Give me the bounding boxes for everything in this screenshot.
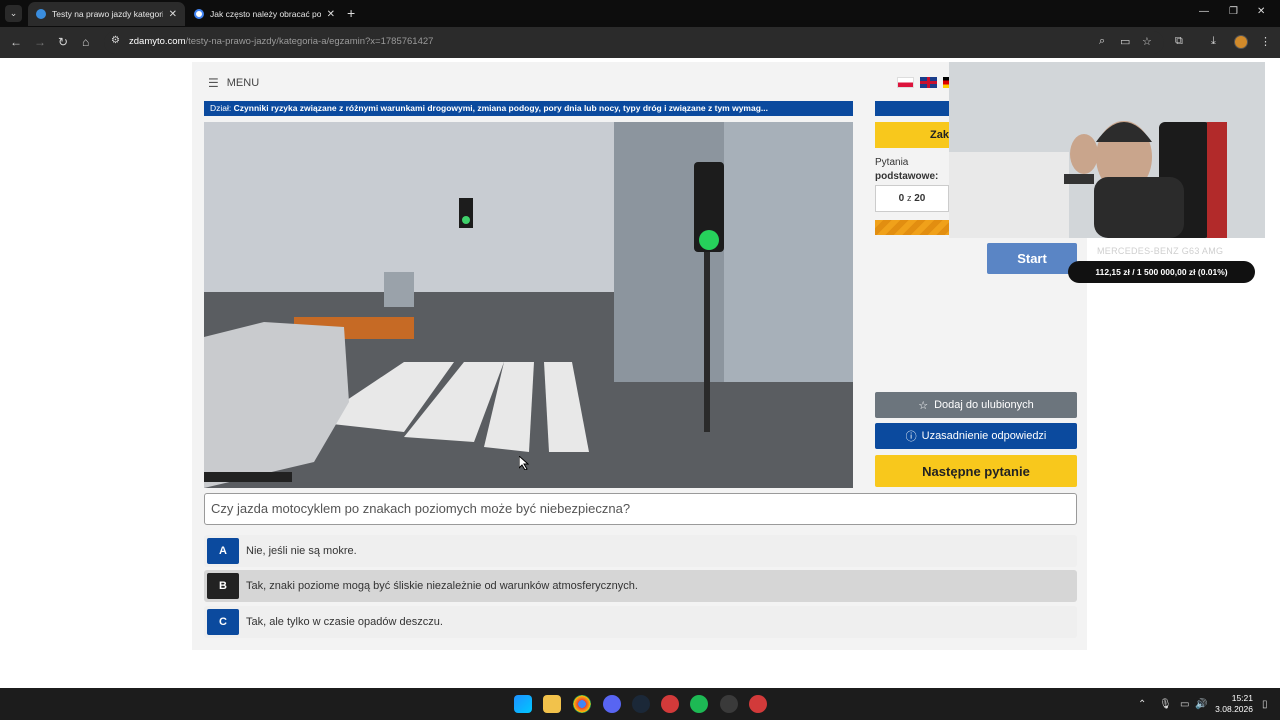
steam-icon[interactable] [632, 695, 650, 713]
close-window-icon[interactable]: ✕ [1257, 6, 1265, 17]
site-menu[interactable]: ☰ MENU [208, 76, 259, 90]
address-bar: ← → ↻ ⌂ ⚙ zdamyto.com/testy-na-prawo-jaz… [0, 27, 1280, 58]
restore-icon[interactable]: ❐ [1229, 6, 1238, 17]
taskbar: ⌃ 🎙 ▭ 🔊 ▯ [0, 688, 1280, 720]
question-counter: 0 z 20 [875, 185, 949, 212]
answer-option-a[interactable]: A Nie, jeśli nie są mokre. [204, 535, 1077, 567]
question-video[interactable] [204, 122, 853, 488]
donation-goal: 112,15 zł / 1 500 000,00 zł (0.01%) [1068, 261, 1255, 283]
windows-start-icon[interactable] [514, 695, 532, 713]
profile-avatar[interactable] [1234, 35, 1248, 49]
language-flags [897, 77, 949, 88]
minimize-icon[interactable]: — [1199, 6, 1209, 17]
site-favicon-icon [36, 9, 46, 19]
network-icon[interactable]: ▭ [1180, 699, 1189, 710]
app-red-icon[interactable] [661, 695, 679, 713]
cast-icon[interactable]: ▭ [1120, 35, 1130, 48]
tab-zdamyto[interactable]: Testy na prawo jazdy kategoria A ✕ [28, 2, 185, 26]
questions-label: Pytania podstawowe: [875, 157, 939, 182]
microphone-icon[interactable]: 🎙 [1159, 699, 1172, 710]
reload-icon[interactable]: ↻ [58, 35, 68, 49]
goal-title: MERCEDES-BENZ G63 AMG [1097, 246, 1224, 256]
tab-search-chevron-icon[interactable]: ⌄ [5, 5, 22, 22]
webcam-overlay [949, 62, 1265, 238]
explanation-button[interactable]: ⓘ Uzasadnienie odpowiedzi [875, 423, 1077, 449]
add-favorite-button[interactable]: ☆ Dodaj do ulubionych [875, 392, 1077, 418]
section-banner: Dział: Czynniki ryzyka związane z różnym… [204, 101, 853, 116]
new-tab-icon[interactable]: + [347, 5, 355, 21]
download-icon[interactable]: ⤓ [1211, 35, 1216, 48]
finish-exam-button[interactable]: Zak [875, 122, 949, 148]
flag-pl-icon[interactable] [897, 77, 914, 88]
chrome-icon[interactable] [573, 695, 591, 713]
menu-icon: ☰ [208, 76, 219, 90]
streamer-webcam-image [949, 62, 1265, 238]
tray-chevron-icon[interactable]: ⌃ [1138, 699, 1146, 710]
mouse-cursor-icon [519, 456, 529, 470]
question-circle-icon: ⓘ [905, 431, 917, 443]
tab-strip: ⌄ Testy na prawo jazdy kategoria A ✕ Jak… [0, 0, 1280, 27]
next-question-button[interactable]: Następne pytanie [875, 455, 1077, 487]
star-icon: ☆ [918, 399, 929, 412]
volume-icon[interactable]: 🔊 [1195, 699, 1207, 710]
close-tab-icon[interactable]: ✕ [169, 9, 177, 20]
bookmark-star-icon[interactable]: ☆ [1142, 35, 1152, 48]
back-icon[interactable]: ← [10, 35, 22, 49]
answer-option-b[interactable]: B Tak, znaki poziome mogą być śliskie ni… [204, 570, 1077, 602]
zoom-icon[interactable]: ⌕ [1099, 35, 1105, 48]
side-blue-bar [875, 101, 949, 116]
notifications-icon[interactable]: ▯ [1262, 699, 1268, 710]
flag-gb-icon[interactable] [920, 77, 937, 88]
more-menu-icon[interactable]: ⋮ [1260, 35, 1271, 48]
timer-progress-bar [875, 220, 949, 235]
forward-icon[interactable]: → [34, 35, 46, 49]
app-red-2-icon[interactable] [749, 695, 767, 713]
tab-google-search[interactable]: Jak często należy obracać pozi ✕ [186, 2, 343, 26]
extensions-icon[interactable]: ⧉ [1175, 35, 1183, 48]
url-text[interactable]: zdamyto.com/testy-na-prawo-jazdy/kategor… [129, 36, 433, 47]
google-favicon-icon [194, 9, 204, 19]
question-text: Czy jazda motocyklem po znakach poziomyc… [204, 493, 1077, 525]
close-tab-icon[interactable]: ✕ [327, 9, 335, 20]
start-button[interactable]: Start [987, 243, 1077, 274]
answer-option-c[interactable]: C Tak, ale tylko w czasie opadów deszczu… [204, 606, 1077, 638]
discord-icon[interactable] [603, 695, 621, 713]
obs-icon[interactable] [720, 695, 738, 713]
file-explorer-icon[interactable] [543, 695, 561, 713]
site-info-icon[interactable]: ⚙ [111, 35, 120, 46]
taskbar-clock[interactable]: 15:21 3.08.2026 [1211, 693, 1253, 715]
spotify-icon[interactable] [690, 695, 708, 713]
home-icon[interactable]: ⌂ [82, 35, 89, 49]
street-scene-image [204, 122, 853, 488]
